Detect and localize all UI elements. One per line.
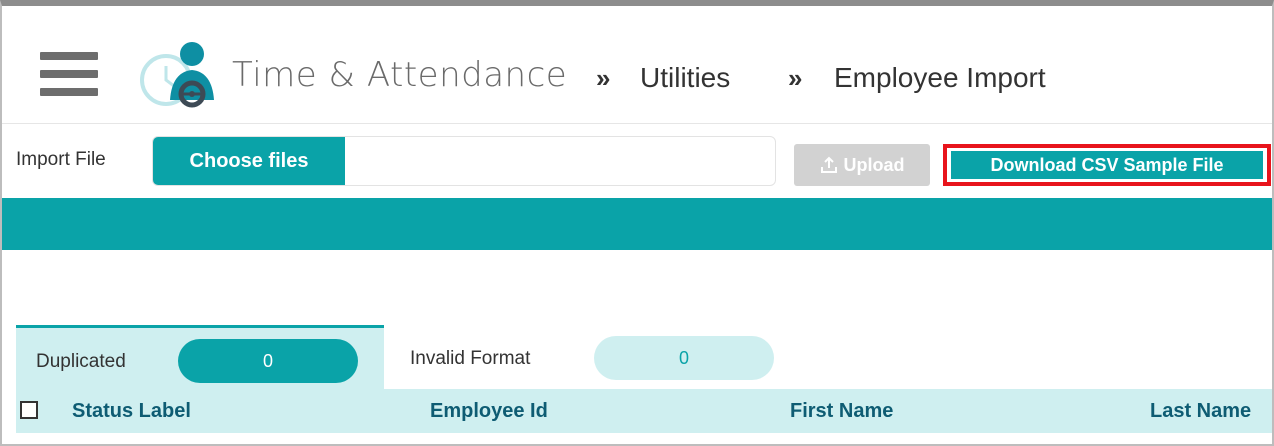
app-window: Time & Attendance » Utilities » Employee… <box>0 0 1274 446</box>
menu-icon[interactable] <box>40 52 98 96</box>
tab-duplicated-label: Duplicated <box>36 351 126 372</box>
progress-bar <box>2 198 1272 250</box>
download-highlight: Download CSV Sample File <box>943 144 1271 186</box>
app-logo <box>136 36 226 108</box>
select-all-checkbox[interactable] <box>20 401 38 419</box>
tab-duplicated[interactable]: Duplicated 0 <box>16 325 384 389</box>
breadcrumb-separator: » <box>788 63 803 93</box>
choose-files-button[interactable]: Choose files <box>153 137 345 185</box>
tab-invalid-format-label: Invalid Format <box>410 348 531 369</box>
column-employee-id[interactable]: Employee Id <box>430 399 548 423</box>
upload-label: Upload <box>843 154 905 175</box>
duplicated-count-badge: 0 <box>178 339 358 383</box>
download-csv-sample-button[interactable]: Download CSV Sample File <box>951 151 1263 179</box>
header-bar: Time & Attendance » Utilities » Employee… <box>2 6 1272 124</box>
table-header: Status Label Employee Id First Name Last… <box>16 389 1272 433</box>
breadcrumb-employee-import: Employee Import <box>834 62 1046 93</box>
breadcrumb-separator: » <box>596 63 611 93</box>
breadcrumb-utilities[interactable]: Utilities <box>640 60 730 96</box>
app-title: Time & Attendance <box>232 55 568 95</box>
import-file-label: Import File <box>16 149 106 170</box>
column-status-label[interactable]: Status Label <box>72 399 191 423</box>
column-last-name[interactable]: Last Name <box>1150 399 1251 423</box>
upload-icon <box>820 156 837 173</box>
file-input[interactable]: Choose files <box>152 136 776 186</box>
upload-button[interactable]: Upload <box>794 144 930 186</box>
invalid-format-count-badge: 0 <box>594 336 774 380</box>
column-first-name[interactable]: First Name <box>790 399 893 423</box>
tab-invalid-format[interactable]: Invalid Format 0 <box>384 325 784 389</box>
import-toolbar: Import File Choose files Upload Download… <box>2 124 1272 194</box>
